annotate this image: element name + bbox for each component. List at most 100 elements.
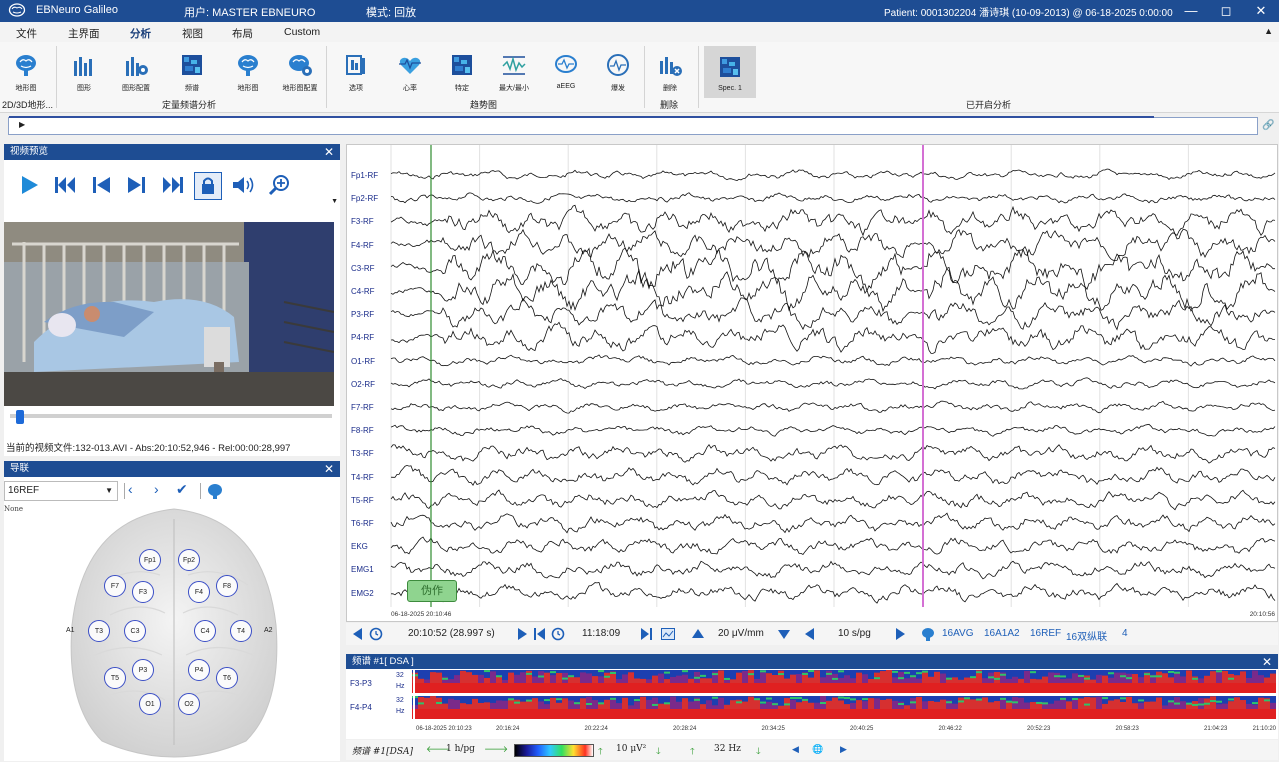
minimize-button[interactable]: — [1176, 1, 1206, 21]
montage-16ref[interactable]: 16REF [1030, 628, 1061, 639]
topomap-2d-button[interactable]: 地形图 [4, 50, 48, 96]
electrode-c3[interactable]: C3 [124, 620, 146, 642]
electrode-o1[interactable]: O1 [139, 693, 161, 715]
zoom-in-icon[interactable] [266, 172, 292, 198]
eeg-trace [390, 423, 1276, 437]
electrode-c4[interactable]: C4 [194, 620, 216, 642]
next-icon[interactable]: ▶ [840, 744, 847, 755]
graph-config-button[interactable]: 图形配置 [114, 50, 158, 96]
electrode-a2[interactable]: A2 [264, 627, 273, 634]
go-to-end-icon[interactable] [638, 626, 654, 642]
globe-icon[interactable]: 🌐 [812, 744, 823, 755]
graph-button[interactable]: 图形 [62, 50, 106, 96]
video-panel-close-button[interactable]: ✕ [324, 144, 334, 160]
electrode-fp2[interactable]: Fp2 [178, 549, 200, 571]
spectrum-cell [1114, 672, 1120, 683]
previous-icon[interactable] [88, 172, 114, 198]
max-min-button[interactable]: 最大/最小 [492, 50, 536, 96]
previous-page-icon[interactable] [350, 626, 366, 642]
arrow-down-icon[interactable]: 🡓 [756, 744, 761, 760]
spectrum-close-button[interactable]: ✕ [1262, 654, 1272, 670]
color-scale-bar[interactable] [514, 744, 594, 757]
electrode-f3[interactable]: F3 [132, 581, 154, 603]
menu-layout[interactable]: 布局 [232, 26, 253, 41]
apply-check-icon[interactable]: ✔ [176, 481, 188, 498]
menu-custom[interactable]: Custom [284, 26, 320, 38]
spectrum-heatmap[interactable] [412, 670, 1276, 720]
menu-view[interactable]: 视图 [182, 26, 203, 41]
aeeg-button[interactable]: aEEG [544, 50, 588, 96]
video-options-icon[interactable]: ▼ [331, 198, 338, 205]
volume-icon[interactable] [230, 172, 256, 198]
montage-16avg[interactable]: 16AVG [942, 628, 974, 639]
topomap-config-button[interactable]: 地形图配置 [278, 50, 322, 96]
play-icon[interactable] [16, 172, 42, 198]
collapse-ribbon-icon[interactable]: ▲ [1264, 26, 1273, 36]
montage-panel-close-button[interactable]: ✕ [324, 461, 334, 477]
next-icon[interactable] [124, 172, 150, 198]
skip-to-start-icon[interactable] [52, 172, 78, 198]
link-icon[interactable]: 🔗 [1262, 120, 1274, 131]
topomap-button[interactable]: 地形图 [226, 50, 270, 96]
previous-montage-icon[interactable]: ‹ [128, 481, 133, 497]
electrode-a1[interactable]: A1 [66, 627, 75, 634]
electrode-o2[interactable]: O2 [178, 693, 200, 715]
annotation-artifact[interactable]: 伪作 [407, 580, 457, 602]
close-button[interactable]: ✕ [1246, 1, 1276, 21]
spectrum-icon [720, 57, 740, 77]
spectrum-cell [496, 700, 502, 709]
electrode-f4[interactable]: F4 [188, 581, 210, 603]
decrease-sensitivity-icon[interactable] [776, 626, 792, 642]
image-view-icon[interactable] [660, 626, 676, 642]
electrode-t6[interactable]: T6 [216, 667, 238, 689]
refresh-time-icon[interactable] [368, 626, 384, 642]
eeg-display[interactable]: Fp1-RF Fp2-RF F3-RF F4-RF C3-RF C4-RF P3-RF P4-… [346, 144, 1278, 622]
slower-speed-icon[interactable] [802, 626, 818, 642]
head-icon[interactable] [206, 482, 224, 500]
previous-icon[interactable]: ◀ [792, 744, 799, 755]
increase-sensitivity-icon[interactable] [690, 626, 706, 642]
electrode-t3[interactable]: T3 [88, 620, 110, 642]
play-icon[interactable] [514, 626, 530, 642]
options-button[interactable]: 选项 [334, 50, 378, 96]
montage-16a1a2[interactable]: 16A1A2 [984, 628, 1020, 639]
burst-button[interactable]: 爆发 [596, 50, 640, 96]
eeg-traces[interactable] [347, 145, 1277, 621]
spectrum-cell [652, 675, 658, 683]
heart-rate-button[interactable]: 心率 [388, 50, 432, 96]
timeline-arrow-icon[interactable]: ▶ [19, 120, 25, 129]
go-to-start-icon[interactable] [532, 626, 548, 642]
arrow-up-icon[interactable]: 🡑 [690, 744, 695, 760]
lock-icon[interactable] [194, 172, 222, 200]
arrow-up-icon[interactable]: 🡑 [598, 744, 603, 760]
spectrum-button[interactable]: 频谱 [170, 50, 214, 96]
spectrum-cell [622, 674, 628, 683]
electrode-p3[interactable]: P3 [132, 659, 154, 681]
video-seek-thumb[interactable] [16, 410, 25, 424]
clock-icon[interactable] [550, 626, 566, 642]
delete-button[interactable]: 删除 [648, 50, 692, 96]
electrode-f8[interactable]: F8 [216, 575, 238, 597]
electrode-fp1[interactable]: Fp1 [139, 549, 161, 571]
montage-16bipolar[interactable]: 16双纵联 [1066, 628, 1107, 643]
spec1-button[interactable]: Spec. 1 [704, 46, 756, 98]
electrode-f7[interactable]: F7 [104, 575, 126, 597]
maximize-button[interactable]: ◻ [1211, 1, 1241, 21]
spectrum-cell [1000, 673, 1006, 676]
spectrum-display[interactable]: F3-P3 32 Hz F4-P4 32 Hz 06-18-2025 20:10… [346, 669, 1278, 739]
arrow-down-icon[interactable]: 🡓 [656, 744, 661, 760]
video-seek-track[interactable] [10, 414, 332, 418]
montage-select[interactable]: 16REF ▼ [4, 481, 118, 501]
timeline-bar[interactable]: ▶ [8, 116, 1258, 135]
next-montage-icon[interactable]: › [154, 481, 159, 497]
skip-to-end-icon[interactable] [160, 172, 186, 198]
arrow-right-icon[interactable]: 🡒 [484, 744, 508, 755]
menu-file[interactable]: 文件 [16, 26, 37, 41]
faster-speed-icon[interactable] [892, 626, 908, 642]
menu-main[interactable]: 主界面 [68, 26, 100, 41]
electrode-t4[interactable]: T4 [230, 620, 252, 642]
head-icon[interactable] [920, 626, 936, 642]
electrode-p4[interactable]: P4 [188, 659, 210, 681]
electrode-t5[interactable]: T5 [104, 667, 126, 689]
specific-button[interactable]: 特定 [440, 50, 484, 96]
